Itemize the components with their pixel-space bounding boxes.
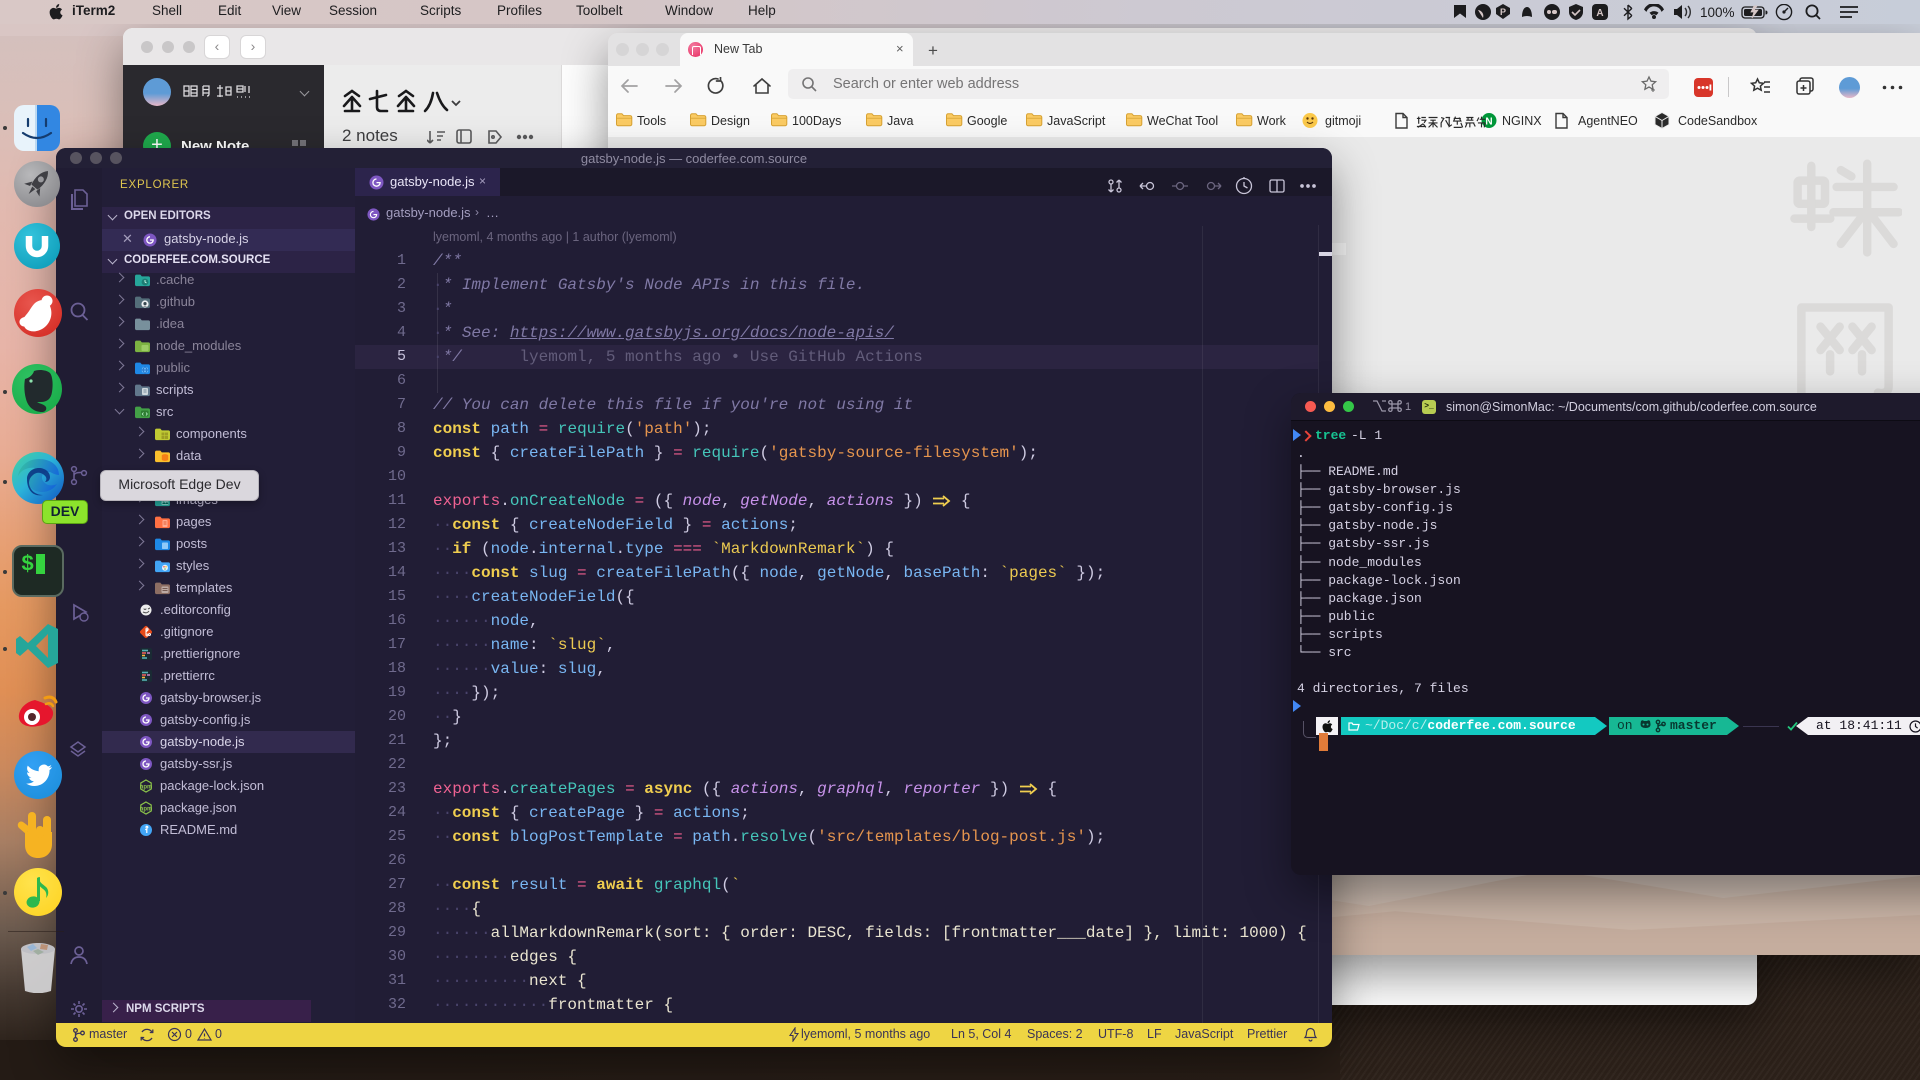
svg-text:100%: 100% xyxy=(1700,5,1735,20)
svg-text:N: N xyxy=(1485,117,1492,128)
svg-text:npm: npm xyxy=(140,785,153,791)
svg-text:A: A xyxy=(1596,8,1603,19)
svg-text:npm: npm xyxy=(140,807,153,813)
svg-text:P: P xyxy=(1500,7,1506,17)
svg-text:1: 1 xyxy=(1405,401,1411,413)
